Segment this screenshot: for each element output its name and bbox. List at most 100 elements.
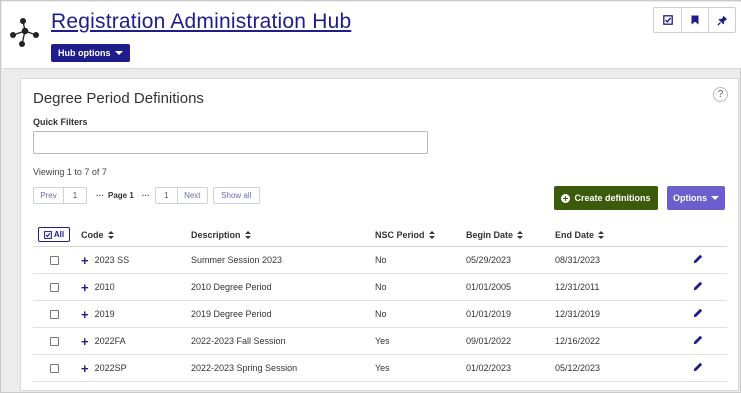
column-header-nsc-label: NSC Period: [375, 229, 425, 240]
checklist-button[interactable]: [654, 8, 681, 32]
edit-button[interactable]: [693, 362, 703, 374]
help-icon[interactable]: ?: [713, 87, 728, 102]
quick-filter-input[interactable]: [33, 131, 428, 154]
pager-ellipsis: ···: [96, 191, 104, 200]
quick-filters-label: Quick Filters: [33, 117, 88, 127]
sort-icon: [244, 231, 251, 240]
cell-begin-date: 09/01/2022: [466, 336, 512, 346]
column-header-end-date[interactable]: End Date: [555, 229, 605, 240]
row-checkbox[interactable]: [50, 363, 59, 373]
page-number-input[interactable]: 1: [154, 187, 178, 204]
column-header-code-label: Code: [81, 229, 104, 240]
edit-button[interactable]: [693, 308, 703, 320]
column-header-code[interactable]: Code: [81, 230, 114, 240]
row-checkbox[interactable]: [50, 336, 59, 346]
pencil-icon: [693, 308, 703, 318]
sort-icon: [598, 231, 605, 240]
row-checkbox[interactable]: [50, 255, 59, 265]
hub-options-label: Hub options: [58, 48, 111, 58]
cell-description: Summer Session 2023: [191, 255, 283, 265]
cell-nsc-period: No: [375, 282, 387, 292]
prev-page-button[interactable]: Prev: [33, 187, 64, 204]
table-row: +2010 2010 Degree Period No 01/01/2005 1…: [33, 274, 727, 301]
select-all-button[interactable]: All: [38, 227, 70, 242]
definitions-table: All Code Description NSC Period Begin Da…: [33, 223, 727, 382]
pager-ellipsis-2: ···: [141, 191, 150, 200]
cell-begin-date: 01/01/2019: [466, 309, 512, 319]
show-all-button[interactable]: Show all: [212, 187, 260, 204]
cell-description: 2010 Degree Period: [191, 282, 272, 292]
pencil-icon: [693, 254, 703, 264]
next-page-button[interactable]: Next: [177, 187, 208, 204]
cell-description: 2019 Degree Period: [191, 309, 272, 319]
create-definitions-button[interactable]: Create definitions: [554, 186, 658, 210]
expand-plus-icon[interactable]: +: [81, 254, 89, 267]
first-page-button[interactable]: 1: [64, 187, 87, 204]
cell-nsc-period: Yes: [375, 336, 390, 346]
app-frame: Registration Administration Hub Hub opti…: [0, 0, 741, 393]
pencil-icon: [693, 335, 703, 345]
column-header-begin-date[interactable]: Begin Date: [466, 229, 524, 240]
cell-nsc-period: No: [375, 255, 387, 265]
cell-code: 2010: [94, 282, 115, 292]
cell-begin-date: 01/01/2005: [466, 282, 512, 292]
table-row: +2019 2019 Degree Period No 01/01/2019 1…: [33, 301, 727, 328]
cell-code: 2019: [94, 309, 115, 319]
column-header-end-label: End Date: [555, 229, 595, 240]
sort-icon: [517, 231, 524, 240]
table-header-row: All Code Description NSC Period Begin Da…: [33, 223, 727, 247]
panel-title: Degree Period Definitions: [33, 90, 204, 107]
edit-button[interactable]: [693, 281, 703, 293]
bookmark-icon: [691, 15, 699, 25]
sort-icon: [428, 231, 435, 240]
checklist-icon: [662, 15, 673, 25]
cell-end-date: 05/12/2023: [555, 363, 601, 373]
caret-down-icon: [711, 196, 719, 200]
hub-options-button[interactable]: Hub options: [51, 44, 130, 62]
pager: Prev 1 ··· Page 1 ··· 1 Next Show all: [33, 187, 260, 204]
table-row: +2023 SS Summer Session 2023 No 05/29/20…: [33, 247, 727, 274]
expand-plus-icon[interactable]: +: [81, 362, 89, 375]
table-row: +2022SP 2022-2023 Spring Session Yes 01/…: [33, 355, 727, 382]
column-header-nsc-period[interactable]: NSC Period: [375, 230, 435, 240]
pencil-icon: [693, 362, 703, 372]
cell-nsc-period: No: [375, 309, 387, 319]
column-header-description[interactable]: Description: [191, 230, 251, 240]
cell-end-date: 08/31/2023: [555, 255, 601, 265]
hub-title-link[interactable]: Registration Administration Hub: [51, 10, 351, 34]
cell-code: 2023 SS: [94, 255, 130, 265]
cell-description: 2022-2023 Fall Session: [191, 336, 286, 346]
page-indicator: Page 1: [108, 191, 134, 200]
row-checkbox[interactable]: [50, 282, 59, 292]
viewing-count: Viewing 1 to 7 of 7: [33, 167, 107, 177]
column-header-begin-label: Begin Date: [466, 229, 514, 240]
edit-button[interactable]: [693, 335, 703, 347]
column-header-description-label: Description: [191, 229, 241, 240]
cell-end-date: 12/31/2019: [555, 309, 601, 319]
pin-icon: [716, 15, 727, 26]
expand-plus-icon[interactable]: +: [81, 281, 89, 294]
cell-begin-date: 05/29/2023: [466, 255, 512, 265]
table-row: +2022FA 2022-2023 Fall Session Yes 09/01…: [33, 328, 727, 355]
cell-begin-date: 01/02/2023: [466, 363, 512, 373]
cell-end-date: 12/31/2011: [555, 282, 600, 292]
edit-button[interactable]: [693, 254, 703, 266]
expand-plus-icon[interactable]: +: [81, 308, 89, 321]
row-checkbox[interactable]: [50, 309, 59, 319]
header-toolbar: [653, 7, 736, 33]
cell-nsc-period: Yes: [375, 363, 390, 373]
plus-circle-icon: [561, 193, 571, 203]
sort-icon: [107, 231, 114, 240]
caret-down-icon: [114, 51, 123, 55]
degree-period-panel: Degree Period Definitions ? Quick Filter…: [20, 78, 739, 391]
options-label: Options: [673, 193, 707, 203]
cell-end-date: 12/16/2022: [555, 336, 601, 346]
bookmark-button[interactable]: [681, 8, 708, 32]
pin-button[interactable]: [708, 8, 735, 32]
pencil-icon: [693, 281, 703, 291]
expand-plus-icon[interactable]: +: [81, 335, 89, 348]
hub-header: Registration Administration Hub Hub opti…: [2, 2, 741, 69]
cell-description: 2022-2023 Spring Session: [191, 363, 298, 373]
options-button[interactable]: Options: [667, 186, 725, 210]
create-definitions-label: Create definitions: [574, 193, 651, 203]
